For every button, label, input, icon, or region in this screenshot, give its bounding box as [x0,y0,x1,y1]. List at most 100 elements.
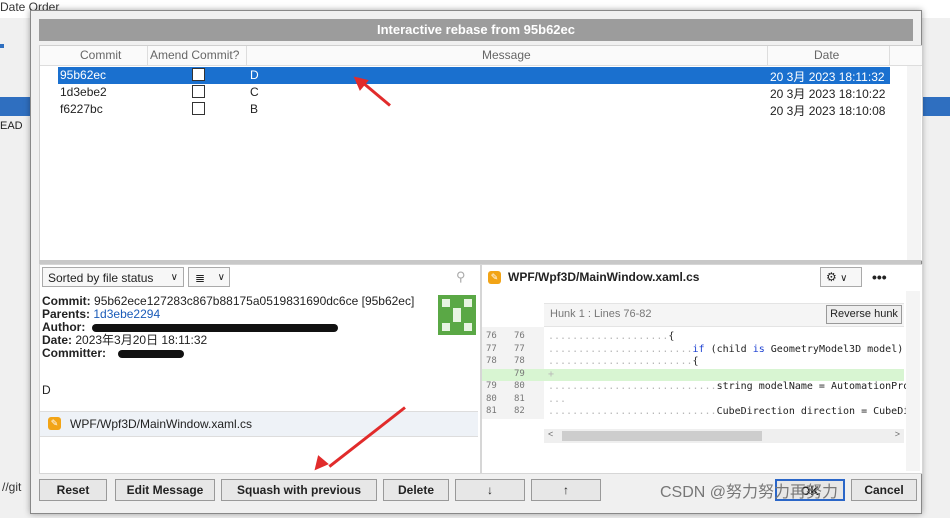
diff-code: ... [548,394,566,405]
diff-code: ............................CubeDirectio… [548,406,915,417]
cancel-button[interactable]: Cancel [851,479,917,501]
diff-code: ............................string model… [548,381,915,392]
diff-line: 78 78 ........................{ [482,356,904,368]
hunk-label: Hunk 1 : Lines 76-82 [550,308,652,320]
delete-button[interactable]: Delete [383,479,449,501]
diff-line: 80 81... [482,394,904,406]
commit-info: Commit: 95b62ece127283c867b88175a0519831… [42,295,442,360]
new-line-number: 80 [514,381,525,391]
avatar [438,295,476,335]
diff-settings-button[interactable]: ⚙ ∨ [820,267,862,287]
commit-full-hash: 95b62ece127283c867b88175a0519831690dc6ce… [94,294,415,308]
list-view-icon: ≣ [195,271,206,285]
diff-code: + [548,369,554,380]
diff-line: 81 82 ............................CubeDire… [482,406,915,418]
whitespace-marker: ............................ [548,406,717,417]
code-text: string modelName = AutomationProp [716,381,916,392]
commit-details-pane: Sorted by file status ∨ ≣ ∨ ⚲ Commit: 95… [39,264,481,474]
parent-link[interactable]: 1d3ebe2294 [93,307,160,321]
new-line-number: 79 [514,368,525,379]
code-text: { [668,331,675,342]
whitespace-marker: .................... [548,331,669,342]
chevron-down-icon: ∨ [840,273,848,284]
committer-line: Committer: [42,347,442,360]
amend-checkbox[interactable] [192,102,205,115]
commit-message-body: D [42,383,51,397]
code-text: if (child is GeometryModel3D model) [692,343,904,355]
diff-line: 79 + [482,368,904,381]
more-options-icon[interactable]: ••• [872,269,887,285]
commit-date: 20 3月 2023 18:11:32 [770,70,885,84]
modified-file-icon: ✎ [48,417,61,430]
code-text: { [692,356,699,367]
diff-code: ....................{ [548,331,674,342]
commit-date-value: 2023年3月20日 18:11:32 [75,333,208,347]
commit-message: C [250,85,259,99]
new-line-number: 82 [514,406,525,416]
old-line-number: 81 [486,406,497,416]
amend-checkbox[interactable] [192,85,205,98]
changed-file-name: WPF/Wpf3D/MainWindow.xaml.cs [70,417,253,431]
search-icon[interactable]: ⚲ [456,269,474,287]
commit-row[interactable]: f6227bc B 20 3月 2023 18:10:08 [58,101,890,118]
whitespace-marker: ........................ [548,343,693,355]
column-commit[interactable]: Commit [80,48,121,62]
code-text: CubeDirection direction = CubeDir [716,406,916,417]
sort-label: Sorted by file status [48,271,154,285]
watermark: CSDN @努力努力再努力 [660,484,839,501]
gear-icon: ⚙ [826,270,837,284]
reverse-hunk-button[interactable]: Reverse hunk [826,305,902,324]
commit-row[interactable]: 95b62ec D 20 3月 2023 18:11:32 [58,67,890,84]
commit-hash: 95b62ec [60,68,107,82]
dialog-title: Interactive rebase from 95b62ec [39,19,913,41]
chevron-down-icon: ∨ [217,272,225,283]
whitespace-marker: + [548,368,555,380]
sort-dropdown[interactable]: Sorted by file status ∨ [42,267,184,287]
scroll-left-icon[interactable]: < [548,429,553,439]
commit-message: D [250,68,259,82]
scrollbar-thumb[interactable] [562,431,762,441]
diff-code: ........................if (child is Geo… [548,344,903,355]
new-line-number: 77 [514,343,525,354]
whitespace-marker: ... [548,393,567,405]
old-line-number: 80 [486,393,497,404]
grid-vertical-scrollbar[interactable] [907,66,921,260]
interactive-rebase-dialog: Interactive rebase from 95b62ec Commit A… [30,10,923,514]
background-head-label: EAD [0,120,23,132]
redacted-committer [118,350,184,358]
author-line: Author: [42,321,442,334]
scroll-right-icon[interactable]: > [895,429,900,439]
commit-date: 20 3月 2023 18:10:08 [770,104,886,118]
grid-header: Commit Amend Commit? Message Date [40,46,922,66]
view-mode-dropdown[interactable]: ≣ ∨ [188,267,230,287]
diff-code: ........................{ [548,356,699,367]
whitespace-marker: ............................ [548,381,717,392]
background-marker [0,44,4,48]
column-date[interactable]: Date [814,48,839,62]
diff-file-name: WPF/Wpf3D/MainWindow.xaml.cs [508,270,700,284]
old-line-number: 78 [486,356,497,366]
commit-row[interactable]: 1d3ebe2 C 20 3月 2023 18:10:22 [58,84,890,101]
changed-file-item[interactable]: ✎ WPF/Wpf3D/MainWindow.xaml.cs [40,411,478,437]
move-down-button[interactable]: ↓ [455,479,525,501]
column-message[interactable]: Message [482,48,531,62]
reset-button[interactable]: Reset [39,479,107,501]
move-up-button[interactable]: ↑ [531,479,601,501]
column-amend[interactable]: Amend Commit? [150,48,239,62]
old-line-number: 77 [486,343,497,354]
commit-hash: 1d3ebe2 [60,85,107,99]
squash-with-previous-button[interactable]: Squash with previous [221,479,377,501]
background-git-label: //git [2,480,22,494]
diff-header: ✎ WPF/Wpf3D/MainWindow.xaml.cs ⚙ ∨ ••• [482,265,920,289]
diff-horizontal-scrollbar[interactable]: < > [544,429,904,443]
diff-vertical-scrollbar[interactable] [906,291,920,471]
amend-checkbox[interactable] [192,68,205,81]
edit-message-button[interactable]: Edit Message [115,479,215,501]
commit-date: 20 3月 2023 18:10:22 [770,87,886,101]
diff-line: 77 77 ........................if (child is… [482,344,904,356]
new-line-number: 78 [514,356,525,366]
modified-file-icon: ✎ [488,271,501,284]
chevron-down-icon: ∨ [170,272,178,283]
commit-grid: Commit Amend Commit? Message Date 95b62e… [39,45,923,261]
diff-line: 76 76 ....................{ [482,331,904,343]
